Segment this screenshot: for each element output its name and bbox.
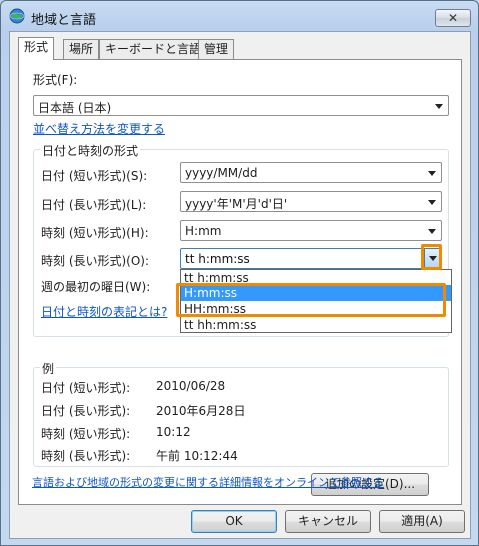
long-time-select[interactable]: tt h:mm:ss — [180, 248, 442, 269]
short-date-value: yyyy/MM/dd — [185, 166, 258, 180]
tab-format[interactable]: 形式 — [18, 37, 55, 60]
tab-keyboard-language[interactable]: キーボードと言語 — [99, 39, 208, 59]
long-time-label: 時刻 (長い形式)(O): — [41, 254, 150, 268]
long-date-label: 日付 (長い形式)(L): — [41, 198, 147, 212]
example-long-time-value: 午前 10:12:44 — [156, 449, 238, 463]
close-button[interactable]: ✕ — [435, 9, 471, 27]
example-short-date-label: 日付 (短い形式): — [41, 381, 131, 395]
example-short-date-value: 2010/06/28 — [156, 379, 226, 393]
example-long-date-value: 2010年6月28日 — [156, 404, 246, 418]
chevron-down-icon — [428, 200, 436, 205]
region-language-dialog: 地域と言語 ✕ 形式 場所 キーボードと言語 管理 形式(F): 日本語 (日本… — [0, 0, 479, 546]
datetime-notation-link[interactable]: 日付と時刻の表記とは? — [41, 303, 167, 320]
options-highlight — [176, 283, 446, 317]
apply-button[interactable]: 適用(A) — [379, 510, 465, 533]
format-label: 形式(F): — [33, 73, 78, 87]
chevron-down-icon — [428, 229, 436, 234]
sort-method-link[interactable]: 並べ替え方法を変更する — [33, 120, 165, 137]
window-title: 地域と言語 — [31, 13, 97, 28]
short-time-value: H:mm — [185, 224, 222, 238]
globe-icon — [9, 8, 25, 24]
long-date-select[interactable]: yyyy'年'M'月'd'日' — [180, 191, 442, 212]
dropdown-button-highlight — [421, 244, 442, 270]
example-long-time-label: 時刻 (長い形式): — [41, 449, 131, 463]
short-time-select[interactable]: H:mm — [180, 220, 442, 241]
first-day-of-week-label: 週の最初の曜日(W): — [41, 280, 151, 294]
format-tab-panel: 形式(F): 日本語 (日本) 並べ替え方法を変更する 日付と時刻の形式 日付 … — [18, 59, 462, 505]
close-icon: ✕ — [447, 11, 459, 25]
long-time-value: tt h:mm:ss — [185, 252, 250, 266]
tab-administrative[interactable]: 管理 — [198, 39, 235, 59]
example-group-title: 例 — [40, 360, 57, 377]
title-bar[interactable]: 地域と言語 ✕ — [1, 1, 478, 31]
example-long-date-label: 日付 (長い形式): — [41, 404, 131, 418]
list-item[interactable]: tt hh:mm:ss — [181, 317, 451, 333]
chevron-down-icon — [428, 171, 436, 176]
short-date-select[interactable]: yyyy/MM/dd — [180, 162, 442, 183]
online-info-link[interactable]: 言語および地域の形式の変更に関する詳細情報をオンラインで参照する — [32, 474, 384, 490]
ok-button[interactable]: OK — [191, 510, 277, 533]
format-select[interactable]: 日本語 (日本) — [33, 95, 449, 116]
tab-location[interactable]: 場所 — [63, 39, 100, 59]
example-short-time-label: 時刻 (短い形式): — [41, 427, 131, 441]
datetime-group-title: 日付と時刻の形式 — [40, 142, 141, 159]
cancel-button[interactable]: キャンセル — [285, 510, 371, 533]
short-time-label: 時刻 (短い形式)(H): — [41, 226, 149, 240]
long-date-value: yyyy'年'M'月'd'日' — [185, 197, 288, 211]
chevron-down-icon — [435, 104, 443, 109]
short-date-label: 日付 (短い形式)(S): — [41, 169, 148, 183]
format-select-value: 日本語 (日本) — [38, 101, 112, 115]
example-short-time-value: 10:12 — [156, 425, 191, 439]
